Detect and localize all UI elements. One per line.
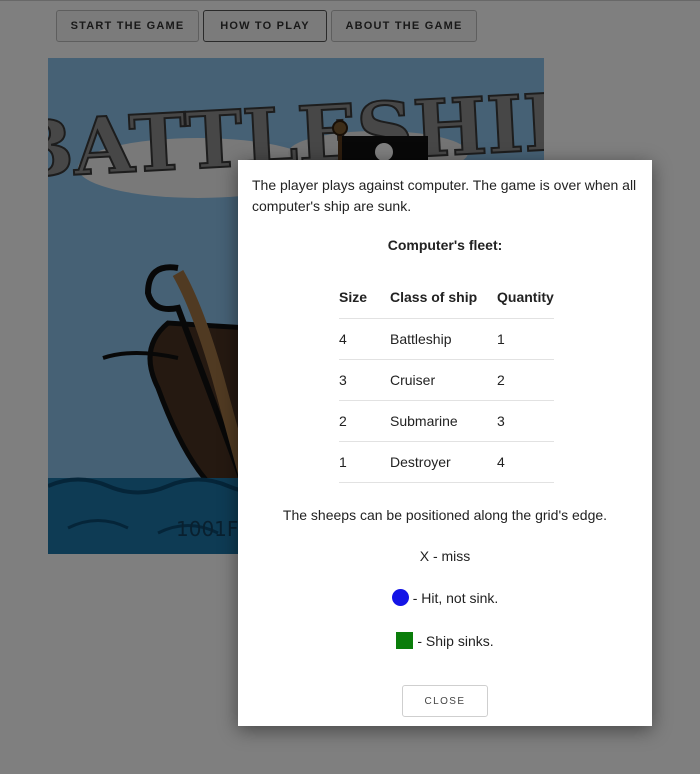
cell-class: Submarine — [390, 400, 497, 442]
legend-sink: - Ship sinks. — [238, 632, 652, 649]
fleet-title: Computer's fleet: — [387, 237, 503, 253]
table-row: 4 Battleship 1 — [339, 318, 554, 360]
header-quantity: Quantity — [497, 277, 554, 319]
cell-size: 1 — [339, 441, 390, 483]
hit-dot-icon — [391, 589, 409, 606]
table-row: 3 Cruiser 2 — [339, 359, 554, 401]
cell-class: Cruiser — [390, 359, 497, 401]
legend-hit: - Hit, not sink. — [238, 589, 652, 606]
cell-size: 4 — [339, 318, 390, 360]
legend-sink-label: - Ship sinks. — [417, 632, 494, 649]
fleet-table: Size Class of ship Quantity 4 Battleship… — [339, 277, 554, 483]
header-size: Size — [339, 277, 390, 319]
close-button[interactable]: CLOSE — [402, 685, 488, 717]
cell-quantity: 1 — [497, 318, 554, 360]
table-header-row: Size Class of ship Quantity — [339, 277, 554, 319]
table-row: 1 Destroyer 4 — [339, 441, 554, 483]
cell-class: Battleship — [390, 318, 497, 360]
legend-miss: X - miss — [419, 548, 471, 564]
cell-class: Destroyer — [390, 441, 497, 483]
edge-note: The sheeps can be positioned along the g… — [282, 507, 608, 523]
sink-square-icon — [396, 632, 414, 649]
table-row: 2 Submarine 3 — [339, 400, 554, 442]
how-to-play-modal: The player plays against computer. The g… — [238, 160, 652, 726]
cell-quantity: 3 — [497, 400, 554, 442]
intro-text: The player plays against computer. The g… — [252, 177, 637, 214]
cell-quantity: 4 — [497, 441, 554, 483]
cell-size: 2 — [339, 400, 390, 442]
cell-size: 3 — [339, 359, 390, 401]
header-class: Class of ship — [390, 277, 497, 319]
cell-quantity: 2 — [497, 359, 554, 401]
legend-hit-label: - Hit, not sink. — [412, 589, 499, 606]
